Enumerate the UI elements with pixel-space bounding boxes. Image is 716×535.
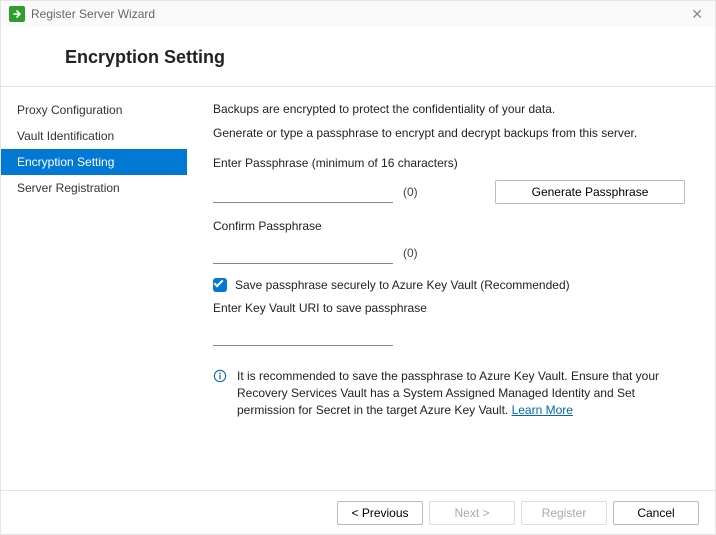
passphrase-input[interactable] (213, 181, 393, 203)
page-heading-wrap: Encryption Setting (1, 27, 715, 86)
register-button[interactable]: Register (521, 501, 607, 525)
sidebar-item-vault-identification[interactable]: Vault Identification (1, 123, 187, 149)
confirm-passphrase-label: Confirm Passphrase (213, 218, 685, 234)
info-icon (213, 369, 227, 383)
window-title: Register Server Wizard (31, 7, 155, 21)
key-vault-uri-label: Enter Key Vault URI to save passphrase (213, 300, 685, 316)
main-panel: Backups are encrypted to protect the con… (187, 87, 715, 490)
info-text: It is recommended to save the passphrase… (237, 368, 685, 418)
close-icon[interactable]: ✕ (687, 6, 707, 23)
intro-text-2: Generate or type a passphrase to encrypt… (213, 125, 685, 141)
save-to-key-vault-label: Save passphrase securely to Azure Key Va… (235, 278, 570, 292)
previous-button[interactable]: < Previous (337, 501, 423, 525)
sidebar-item-proxy-configuration[interactable]: Proxy Configuration (1, 97, 187, 123)
sidebar: Proxy Configuration Vault Identification… (1, 87, 187, 490)
passphrase-char-count: (0) (403, 185, 418, 199)
confirm-passphrase-input[interactable] (213, 242, 393, 264)
passphrase-label: Enter Passphrase (minimum of 16 characte… (213, 155, 685, 171)
confirm-passphrase-char-count: (0) (403, 246, 418, 260)
footer: < Previous Next > Register Cancel (1, 490, 715, 534)
next-button[interactable]: Next > (429, 501, 515, 525)
app-icon (9, 6, 25, 22)
learn-more-link[interactable]: Learn More (512, 403, 573, 417)
sidebar-item-server-registration[interactable]: Server Registration (1, 175, 187, 201)
save-to-key-vault-checkbox[interactable] (213, 278, 227, 292)
generate-passphrase-button[interactable]: Generate Passphrase (495, 180, 685, 204)
sidebar-item-encryption-setting[interactable]: Encryption Setting (1, 149, 187, 175)
cancel-button[interactable]: Cancel (613, 501, 699, 525)
page-title: Encryption Setting (65, 47, 715, 68)
intro-text-1: Backups are encrypted to protect the con… (213, 101, 685, 117)
key-vault-uri-input[interactable] (213, 324, 393, 346)
titlebar: Register Server Wizard ✕ (1, 1, 715, 27)
